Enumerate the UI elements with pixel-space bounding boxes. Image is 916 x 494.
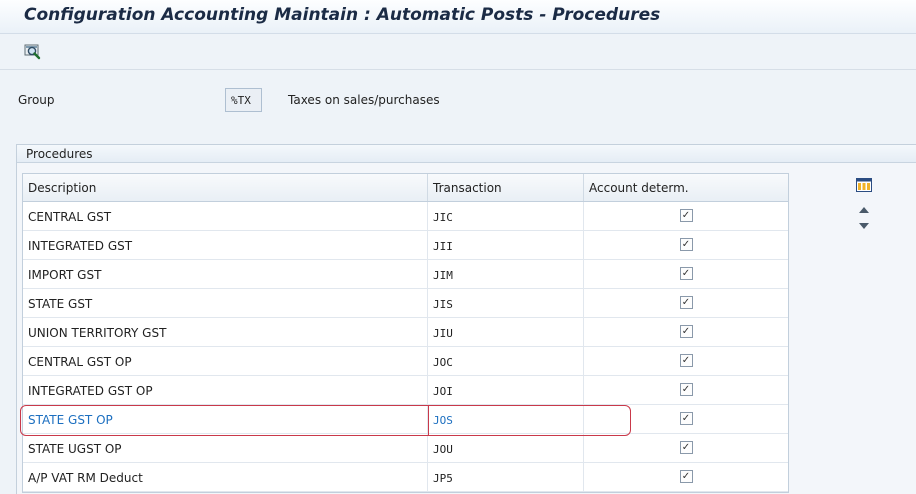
arrow-up-icon xyxy=(859,207,869,213)
account-determ-checkbox[interactable]: ✓ xyxy=(679,325,693,338)
table-layout-button[interactable] xyxy=(855,176,875,196)
account-determ-checkbox[interactable]: ✓ xyxy=(679,470,693,483)
cell-description[interactable]: IMPORT GST xyxy=(23,260,428,288)
table-row[interactable]: STATE GST JIS ✓ xyxy=(23,289,788,318)
account-determ-checkbox[interactable]: ✓ xyxy=(679,441,693,454)
cell-transaction[interactable]: JP5 xyxy=(428,463,584,491)
cell-description[interactable]: INTEGRATED GST xyxy=(23,231,428,259)
cell-description[interactable]: STATE GST xyxy=(23,289,428,317)
cell-description[interactable]: CENTRAL GST xyxy=(23,202,428,230)
table-body: CENTRAL GST JIC ✓ INTEGRATED GST JII ✓ IMPORT … xyxy=(23,202,788,492)
section-title: Procedures xyxy=(17,145,916,163)
cell-transaction[interactable]: JIS xyxy=(428,289,584,317)
vertical-scrollbar[interactable] xyxy=(852,202,876,242)
table-row[interactable]: INTEGRATED GST JII ✓ xyxy=(23,231,788,260)
table-row[interactable]: UNION TERRITORY GST JIU ✓ xyxy=(23,318,788,347)
cell-description[interactable]: CENTRAL GST OP xyxy=(23,347,428,375)
account-determ-checkbox[interactable]: ✓ xyxy=(679,412,693,425)
scroll-down-button[interactable] xyxy=(852,218,876,234)
account-determ-checkbox[interactable]: ✓ xyxy=(679,296,693,309)
cell-account-determ: ✓ xyxy=(584,260,788,288)
cell-transaction[interactable]: JIC xyxy=(428,202,584,230)
procedures-table: Description Transaction Account determ. … xyxy=(22,173,789,493)
find-icon xyxy=(24,44,41,60)
cell-description[interactable]: INTEGRATED GST OP xyxy=(23,376,428,404)
cell-transaction[interactable]: JII xyxy=(428,231,584,259)
arrow-down-icon xyxy=(859,223,869,229)
cell-account-determ: ✓ xyxy=(584,463,788,491)
cell-description[interactable]: STATE UGST OP xyxy=(23,434,428,462)
group-field[interactable]: %TX xyxy=(225,88,262,112)
column-header-transaction[interactable]: Transaction xyxy=(428,174,584,201)
cell-account-determ: ✓ xyxy=(584,376,788,404)
cell-transaction[interactable]: JOU xyxy=(428,434,584,462)
account-determ-checkbox[interactable]: ✓ xyxy=(679,383,693,396)
table-row[interactable]: INTEGRATED GST OP JOI ✓ xyxy=(23,376,788,405)
cell-account-determ: ✓ xyxy=(584,231,788,259)
cell-transaction[interactable]: JOI xyxy=(428,376,584,404)
column-header-account-determ[interactable]: Account determ. xyxy=(584,174,788,201)
table-row[interactable]: STATE GST OP JOS ✓ xyxy=(23,405,788,434)
table-header: Description Transaction Account determ. xyxy=(23,174,788,202)
cell-transaction[interactable]: JOC xyxy=(428,347,584,375)
cell-transaction[interactable]: JIU xyxy=(428,318,584,346)
title-bar: Configuration Accounting Maintain : Auto… xyxy=(0,0,916,34)
column-header-description[interactable]: Description xyxy=(23,174,428,201)
table-row[interactable]: IMPORT GST JIM ✓ xyxy=(23,260,788,289)
find-button[interactable] xyxy=(22,41,44,61)
account-determ-checkbox[interactable]: ✓ xyxy=(679,238,693,251)
table-row[interactable]: CENTRAL GST OP JOC ✓ xyxy=(23,347,788,376)
table-row[interactable]: CENTRAL GST JIC ✓ xyxy=(23,202,788,231)
group-description: Taxes on sales/purchases xyxy=(288,93,440,107)
account-determ-checkbox[interactable]: ✓ xyxy=(679,267,693,280)
cell-account-determ: ✓ xyxy=(584,202,788,230)
cell-account-determ: ✓ xyxy=(584,434,788,462)
cell-transaction[interactable]: JIM xyxy=(428,260,584,288)
cell-account-determ: ✓ xyxy=(584,405,788,433)
account-determ-checkbox[interactable]: ✓ xyxy=(679,354,693,367)
cell-description[interactable]: A/P VAT RM Deduct xyxy=(23,463,428,491)
group-label: Group xyxy=(18,93,55,107)
table-layout-icon xyxy=(856,178,872,192)
cell-description[interactable]: STATE GST OP xyxy=(23,405,428,433)
account-determ-checkbox[interactable]: ✓ xyxy=(679,209,693,222)
cell-account-determ: ✓ xyxy=(584,318,788,346)
cell-account-determ: ✓ xyxy=(584,289,788,317)
procedures-section: Procedures Description Transaction Accou… xyxy=(16,144,916,494)
cell-description[interactable]: UNION TERRITORY GST xyxy=(23,318,428,346)
cell-transaction[interactable]: JOS xyxy=(428,405,584,433)
page-title: Configuration Accounting Maintain : Auto… xyxy=(24,5,661,25)
table-row[interactable]: STATE UGST OP JOU ✓ xyxy=(23,434,788,463)
scroll-up-button[interactable] xyxy=(852,202,876,218)
cell-account-determ: ✓ xyxy=(584,347,788,375)
toolbar xyxy=(0,34,916,70)
table-row[interactable]: A/P VAT RM Deduct JP5 ✓ xyxy=(23,463,788,492)
